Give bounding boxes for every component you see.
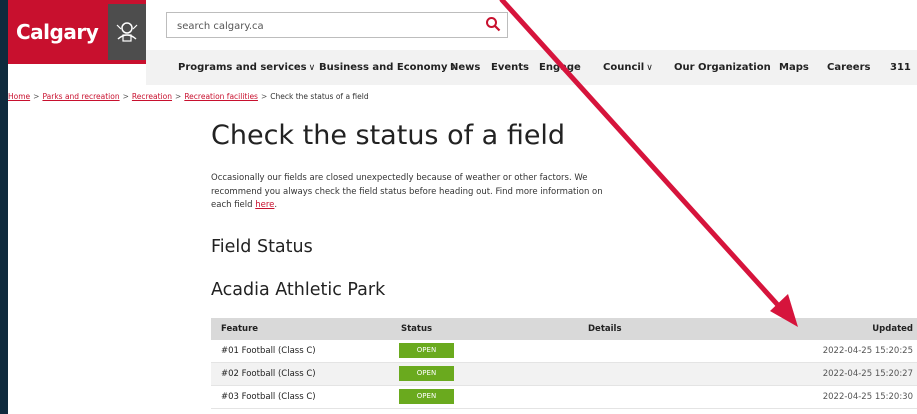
city-crest-icon — [108, 4, 146, 60]
updated-cell: 2022-04-25 15:20:27 — [822, 369, 913, 379]
chevron-down-icon: ∨ — [646, 63, 653, 73]
nav-label: News — [450, 62, 481, 73]
nav-our-organization[interactable]: Our Organization — [674, 62, 771, 73]
nav-label: Engage — [539, 62, 581, 73]
header-updated: Updated — [872, 324, 913, 334]
nav-label: Programs and services — [178, 62, 307, 73]
search-input[interactable] — [175, 14, 479, 38]
section-title: Field Status — [211, 237, 313, 257]
feature-cell: #03 Football (Class C) — [221, 392, 316, 402]
park-name: Acadia Athletic Park — [211, 280, 386, 300]
updated-cell: 2022-04-25 15:20:25 — [822, 346, 913, 356]
header-status: Status — [401, 324, 433, 334]
nav-label: Events — [491, 62, 529, 73]
search-icon[interactable] — [485, 16, 501, 36]
header-feature: Feature — [221, 324, 259, 334]
nav-label: Careers — [827, 62, 871, 73]
chevron-down-icon: ∨ — [308, 63, 316, 73]
nav-label: Council — [603, 62, 645, 73]
feature-cell: #01 Football (Class C) — [221, 346, 316, 356]
breadcrumb-recreation[interactable]: Recreation — [132, 92, 172, 101]
intro-end: . — [274, 200, 278, 210]
breadcrumb-separator: > — [122, 92, 129, 101]
breadcrumb-recreation-facilities[interactable]: Recreation facilities — [184, 92, 258, 101]
nav-careers[interactable]: Careers — [827, 62, 870, 73]
page-title: Check the status of a field — [211, 120, 566, 151]
nav-council[interactable]: Council ∨ — [603, 62, 653, 73]
breadcrumb-separator: > — [33, 92, 40, 101]
search-box — [166, 12, 508, 38]
nav-label: Our Organization — [674, 62, 771, 73]
nav-label: 311 — [890, 62, 911, 73]
feature-cell: #02 Football (Class C) — [221, 369, 316, 379]
breadcrumb-separator: > — [260, 92, 268, 101]
breadcrumb-separator: > — [175, 92, 182, 101]
status-badge: OPEN — [399, 389, 454, 404]
breadcrumb: Home > Parks and recreation > Recreation > Rec… — [8, 92, 369, 101]
table-row: #01 Football (Class C) OPEN 2022-04-25 1… — [211, 340, 917, 363]
nav-maps[interactable]: Maps — [779, 62, 809, 73]
updated-cell: 2022-04-25 15:20:30 — [822, 392, 913, 402]
main-nav: Programs and services ∨ Business and Econ… — [146, 50, 917, 85]
nav-311[interactable]: 311 — [890, 62, 911, 73]
field-status-table: Feature Status Details Updated #01 Footb… — [211, 318, 917, 409]
here-link[interactable]: here — [255, 200, 274, 210]
nav-news[interactable]: News — [450, 62, 480, 73]
logo-text: Calgary — [16, 20, 99, 44]
page: Calgary Programs and services∨ Business … — [8, 0, 917, 414]
nav-engage[interactable]: Engage — [539, 62, 581, 73]
status-badge: OPEN — [399, 343, 454, 358]
nav-events[interactable]: Events — [491, 62, 529, 73]
breadcrumb-current: Check the status of a field — [270, 92, 369, 101]
nav-programs-and-services[interactable]: Programs and services ∨ — [178, 62, 315, 73]
breadcrumb-parks-and-recreation[interactable]: Parks and recreation — [42, 92, 119, 101]
table-header: Feature Status Details Updated — [211, 318, 917, 340]
nav-label: Business and Economy — [319, 62, 448, 73]
calgary-logo[interactable]: Calgary — [8, 0, 146, 64]
breadcrumb-home[interactable]: Home — [8, 92, 30, 101]
status-badge: OPEN — [399, 366, 454, 381]
table-row: #03 Football (Class C) OPEN 2022-04-25 1… — [211, 386, 917, 409]
nav-business-and-economy[interactable]: Business and Economy ∨ — [319, 62, 456, 73]
table-row: #02 Football (Class C) OPEN 2022-04-25 1… — [211, 363, 917, 386]
nav-label: Maps — [779, 62, 809, 73]
header-details: Details — [588, 324, 622, 334]
intro-text: Occasionally our fields are closed unexp… — [211, 172, 611, 213]
